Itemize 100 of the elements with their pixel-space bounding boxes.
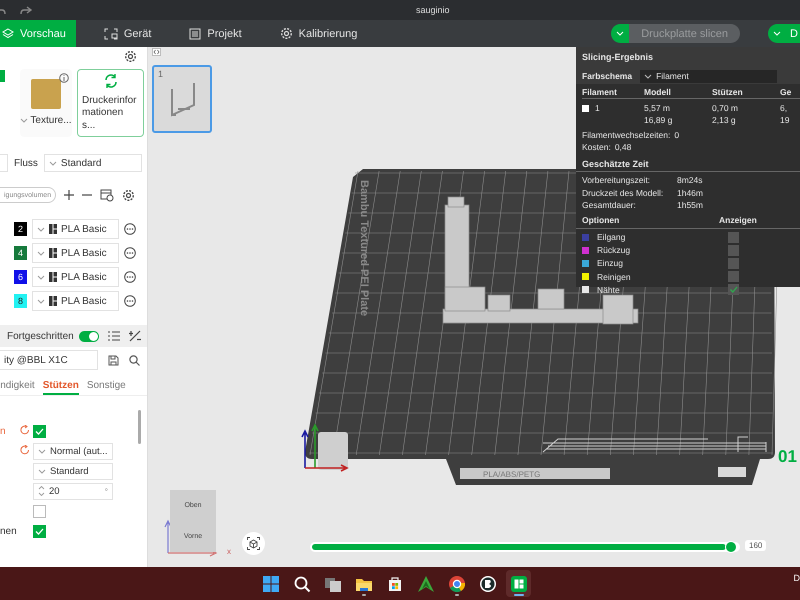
search-icon[interactable]: [129, 354, 140, 366]
material-dropdown[interactable]: PLA Basic: [32, 219, 119, 239]
checkbox[interactable]: [728, 284, 739, 296]
search-icon: [292, 574, 310, 592]
column-header: Ge: [780, 85, 800, 99]
option-label: Nähte: [596, 284, 621, 295]
time-value: 8m24s: [677, 175, 704, 186]
flow-dropdown[interactable]: Standard: [44, 154, 142, 172]
slider-handle[interactable]: [725, 541, 737, 553]
time-value: 1h46m: [677, 188, 704, 198]
option-label: Eilgang: [596, 232, 626, 242]
reset-icon[interactable]: [20, 444, 30, 454]
tab[interactable]: Kalibrierung: [270, 20, 368, 47]
caret-icon: [773, 31, 782, 36]
settings-tab[interactable]: Sonstige: [86, 380, 126, 395]
column-header: Anzeigen: [719, 214, 758, 227]
card-edge-marker: [0, 70, 5, 82]
panel-title: Slicing-Ergebnis: [582, 51, 654, 64]
filament-color-swatch[interactable]: 8: [14, 294, 27, 308]
collapse-icon[interactable]: [152, 48, 161, 56]
number-field[interactable]: 20 °: [33, 482, 113, 500]
checkbox[interactable]: [728, 258, 739, 269]
redo-icon[interactable]: [20, 4, 32, 16]
more-icon[interactable]: [124, 223, 136, 235]
reset-view-button[interactable]: [242, 532, 265, 555]
filament-spool-icon: [49, 248, 57, 258]
checkbox[interactable]: [728, 271, 739, 282]
checkbox[interactable]: [728, 232, 739, 243]
plate-title: Bambu Textured PEI Plate: [358, 180, 370, 316]
settings-icon[interactable]: [124, 50, 137, 62]
dropdown-button[interactable]: [611, 24, 630, 43]
plate-number: 1: [158, 69, 164, 79]
section-title: Geschätzte Zeit: [576, 153, 800, 172]
caret-icon: [38, 448, 46, 454]
info-icon[interactable]: [59, 72, 69, 82]
slicer-app-icon: [510, 574, 528, 592]
sync-printer-card[interactable]: Druckerinformationen s...: [77, 68, 144, 136]
triangle-logo-icon: [416, 574, 434, 592]
plate-thumbnail[interactable]: 1: [152, 65, 212, 133]
filament-color-swatch[interactable]: 4: [14, 246, 27, 260]
advanced-toggle[interactable]: [78, 330, 99, 342]
checkbox[interactable]: [728, 244, 739, 256]
filament-color-swatch[interactable]: 2: [14, 222, 27, 236]
table-cell-text: 0,70 m: [712, 102, 739, 114]
more-icon[interactable]: [124, 247, 136, 259]
checkbox[interactable]: [33, 524, 46, 538]
material-dropdown[interactable]: PLA Basic: [32, 267, 119, 287]
layer-slider[interactable]: [310, 542, 740, 552]
checkbox[interactable]: [33, 424, 46, 438]
material-dropdown[interactable]: PLA Basic: [32, 291, 119, 311]
clock-text: D: [794, 573, 800, 583]
caret-icon: [37, 226, 45, 232]
caret-icon: [644, 74, 652, 78]
list-icon[interactable]: [108, 331, 120, 341]
scrollbar[interactable]: [138, 410, 141, 444]
reset-icon[interactable]: [20, 424, 30, 434]
time-label: Druckzeit des Modell:: [582, 188, 664, 198]
caret-icon: [37, 250, 45, 256]
settings-icon[interactable]: [122, 188, 136, 202]
material-dropdown[interactable]: PLA Basic: [32, 243, 119, 263]
checkbox[interactable]: [33, 504, 46, 518]
browser-icon: [448, 574, 466, 592]
column-header: Stützen: [712, 85, 780, 99]
color-scheme-dropdown[interactable]: Filament: [640, 70, 778, 82]
table-cell-text: 2,13 g: [712, 114, 737, 126]
filament-spool-icon: [49, 296, 57, 306]
input-field[interactable]: [0, 154, 8, 172]
taskbar-app-button[interactable]: [506, 570, 531, 597]
caret-icon: [37, 298, 45, 304]
caret-icon: [37, 274, 45, 280]
tab[interactable]: Projekt: [179, 20, 252, 47]
setting-label: nen: [0, 526, 18, 536]
save-icon[interactable]: [108, 354, 119, 366]
axis-label: x: [227, 547, 231, 556]
dropdown[interactable]: Standard: [33, 462, 113, 480]
add-icon[interactable]: [64, 190, 74, 200]
window-title: sauginio: [416, 5, 450, 15]
compare-icon[interactable]: [128, 330, 141, 342]
table-cell-text: 6,: [780, 102, 788, 114]
more-icon[interactable]: [124, 295, 136, 307]
dropdown-button[interactable]: [768, 24, 786, 43]
filament-spool-icon: [49, 272, 57, 282]
view-axes-drawing: [164, 520, 218, 557]
plate-type-card[interactable]: Texture...: [20, 68, 72, 136]
tab[interactable]: Gerät: [94, 20, 162, 47]
filament-color-swatch[interactable]: 6: [14, 270, 27, 284]
option-label: Einzug: [596, 258, 624, 268]
settings-tab[interactable]: Stützen: [42, 380, 79, 395]
dropdown[interactable]: Normal (aut...: [33, 442, 113, 460]
layer-reading: 160: [745, 540, 766, 551]
sync-filament-icon[interactable]: [100, 188, 114, 202]
column-header: Modell: [644, 85, 712, 99]
plate-number: 01: [778, 447, 797, 467]
plate-texture-swatch: [31, 79, 61, 109]
settings-tab[interactable]: indigkeit: [0, 380, 35, 395]
preset-field[interactable]: ity @BBL X1C: [0, 350, 98, 370]
table-cell: 1: [582, 102, 644, 114]
flow-label: Fluss: [14, 158, 38, 168]
plate-label: PLA/ABS/PETG: [483, 470, 540, 479]
more-icon[interactable]: [124, 271, 136, 283]
